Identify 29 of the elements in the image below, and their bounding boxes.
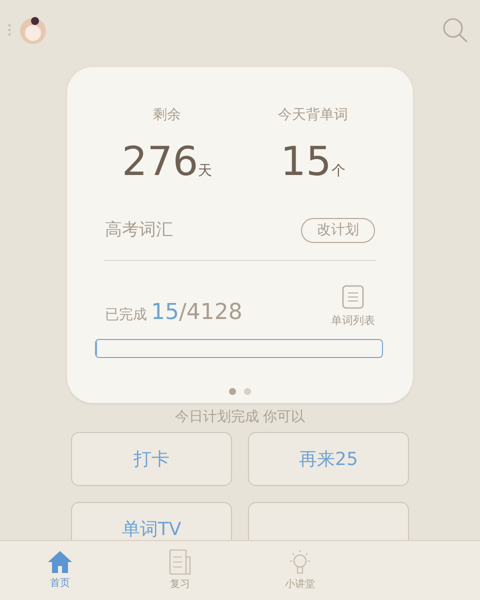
menu-icon[interactable] bbox=[8, 24, 11, 36]
action-button[interactable]: 再来25 bbox=[248, 432, 409, 486]
word-list-button[interactable]: 单词列表 bbox=[331, 312, 375, 329]
search-icon[interactable] bbox=[442, 17, 468, 43]
stat-label: 今天背单词 bbox=[278, 106, 348, 125]
avatar-icon[interactable] bbox=[19, 15, 47, 45]
lightbulb-icon bbox=[287, 549, 313, 575]
nav-tab[interactable]: 小讲堂 bbox=[240, 541, 360, 600]
list-icon[interactable] bbox=[342, 284, 364, 308]
action-button[interactable]: 单词TV bbox=[71, 502, 232, 540]
stat-value: 276 bbox=[122, 142, 198, 182]
action-button[interactable] bbox=[248, 502, 409, 540]
stat-label: 剩余 bbox=[153, 106, 181, 125]
stat-unit: 天 bbox=[198, 162, 212, 181]
change-plan-button[interactable]: 改计划 bbox=[301, 218, 375, 244]
progress-label: 已完成 bbox=[105, 306, 147, 325]
stat-unit: 个 bbox=[331, 162, 346, 181]
page-dot[interactable] bbox=[244, 388, 251, 395]
document-icon bbox=[169, 549, 191, 575]
home-icon bbox=[47, 550, 73, 574]
book-name: 高考词汇 bbox=[105, 219, 173, 242]
completed-count: 15 bbox=[151, 299, 179, 327]
hint-text: 今日计划完成 你可以 bbox=[174, 408, 306, 427]
nav-tab[interactable]: 首页 bbox=[0, 541, 120, 600]
total-count: /4128 bbox=[179, 299, 242, 327]
nav-tab[interactable]: 复习 bbox=[120, 541, 240, 600]
page-dot[interactable] bbox=[229, 388, 236, 395]
stat-value: 15 bbox=[280, 142, 332, 182]
action-button[interactable]: 打卡 bbox=[71, 432, 232, 486]
